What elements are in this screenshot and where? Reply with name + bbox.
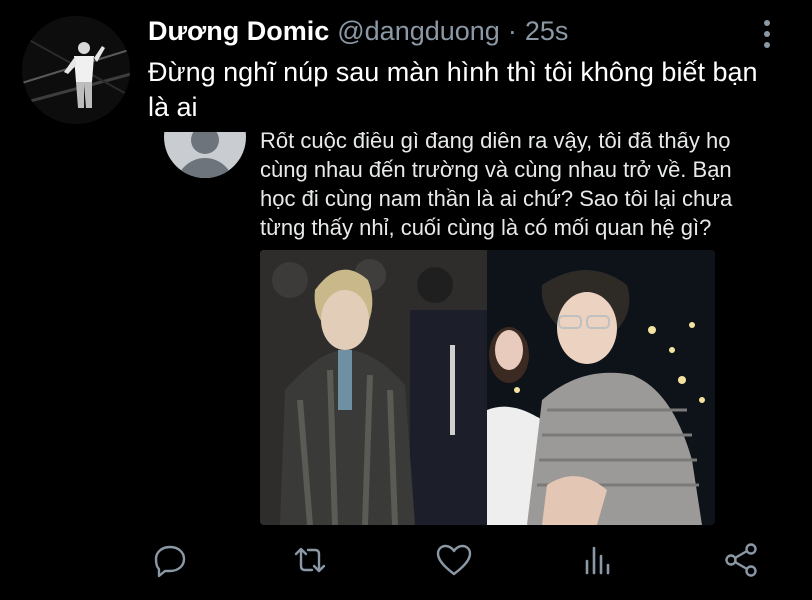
quoted-text: Rốt cuộc điều gì đang diễn ra vậy, tôi đ… (260, 132, 733, 240)
more-options-icon[interactable] (756, 18, 778, 50)
share-icon[interactable] (722, 540, 762, 580)
heart-icon[interactable] (434, 540, 474, 580)
quoted-author-avatar (164, 132, 246, 178)
reply-icon[interactable] (150, 540, 190, 580)
tweet-timestamp[interactable]: 25s (525, 16, 569, 47)
author-handle[interactable]: @dangduong (337, 16, 500, 47)
author-avatar[interactable] (22, 16, 130, 124)
tweet-actions (148, 540, 768, 582)
tweet-media[interactable] (260, 250, 715, 525)
tweet-header: Dương Domic @dangduong · 25s (148, 16, 568, 52)
quoted-post[interactable]: Rốt cuộc điều gì đang diễn ra vậy, tôi đ… (148, 132, 768, 242)
retweet-icon[interactable] (290, 540, 330, 580)
author-name[interactable]: Dương Domic (148, 16, 329, 47)
tweet-text: Đừng nghĩ núp sau màn hình thì tôi không… (148, 57, 758, 122)
media-photo-right[interactable] (487, 250, 715, 525)
views-icon[interactable] (578, 540, 618, 580)
media-photo-left[interactable] (260, 250, 487, 525)
separator-dot: · (507, 16, 517, 46)
